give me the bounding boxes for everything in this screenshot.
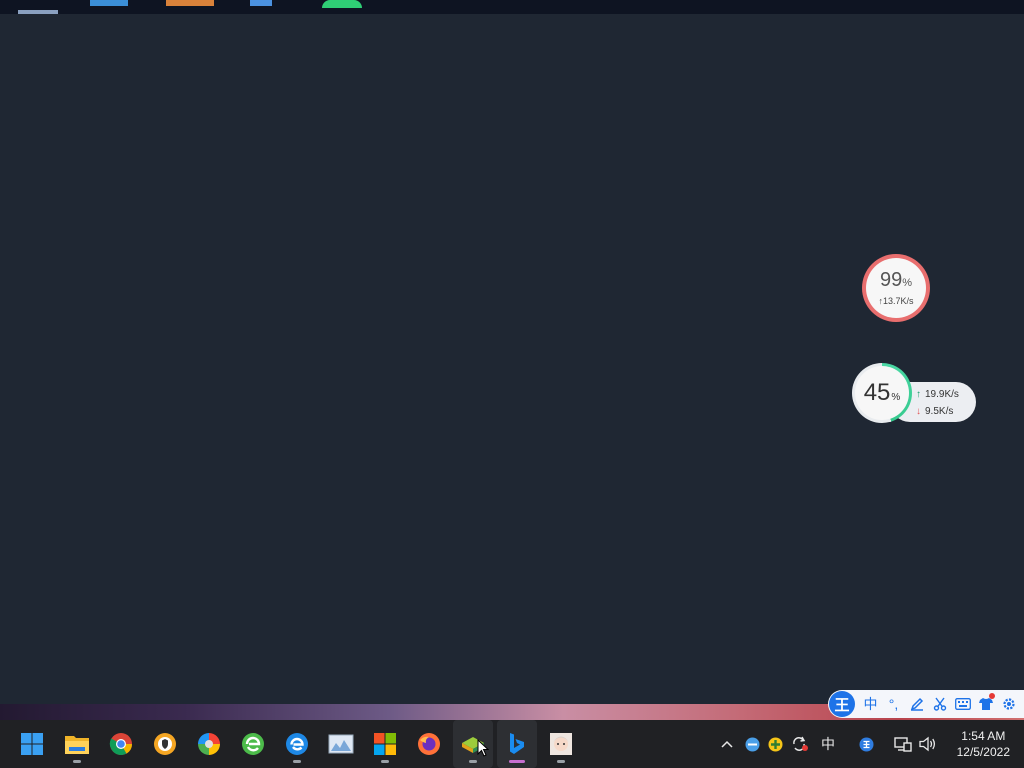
peek-window-2 [90,0,128,6]
ime-scissors-icon[interactable] [928,690,951,718]
peek-window-5 [322,0,362,8]
memory-percent: 45% [855,366,909,420]
download-speed: 9.5K/s [925,406,954,417]
cpu-percent: 99% [879,269,913,291]
clock-date: 12/5/2022 [956,745,1010,759]
windows-logo-icon [21,733,43,755]
network-icon[interactable] [892,720,914,768]
color-app-button[interactable] [189,720,229,768]
peek-window-4 [250,0,272,6]
desktop[interactable] [0,14,1024,704]
running-indicator [73,760,81,763]
download-speed-row: ↓ 9.5K/s [916,406,953,417]
upload-speed-row: ↑ 19.9K/s [916,389,959,400]
cpu-widget-face: 99% ↑13.7K/s [866,258,926,318]
360-browser-button[interactable] [233,720,273,768]
peek-window-3 [166,0,214,6]
upload-speed: 19.9K/s [925,389,959,400]
anime-avatar-icon [550,733,572,755]
cpu-upload-speed: ↑13.7K/s [878,296,914,306]
tray-security-icon[interactable] [765,720,785,768]
ime-punctuation-button[interactable]: °, [882,690,905,718]
cpu-widget[interactable]: 99% ↑13.7K/s [862,254,930,322]
secure-browser-button[interactable] [145,720,185,768]
bing-icon [510,733,524,754]
browser-shield-icon [154,733,176,755]
color-wheel-icon [198,733,220,755]
image-viewer-button[interactable] [321,720,361,768]
clock[interactable]: 1:54 AM 12/5/2022 [957,728,1010,760]
tray-sync-icon[interactable] [789,720,811,768]
running-indicator [381,760,389,763]
bing-button[interactable] [497,720,537,768]
ime-pen-icon[interactable] [905,690,928,718]
chrome-button[interactable] [101,720,141,768]
running-indicator [293,760,301,763]
firefox-icon [418,733,440,755]
ime-settings-icon[interactable] [997,690,1020,718]
download-arrow-icon: ↓ [916,406,921,417]
volume-icon[interactable] [916,720,940,768]
taskbar: 中 1:54 AM 12/5/2022 [0,720,1024,768]
ie-browser-button[interactable] [277,720,317,768]
microsoft-store-button[interactable] [365,720,405,768]
tray-ime-indicator[interactable]: 中 [816,720,840,768]
upload-arrow-icon: ↑ [916,389,921,400]
file-explorer-button[interactable] [57,720,97,768]
top-strip [0,0,1024,14]
ime-toolbar[interactable]: 王 中 °, [828,690,1024,718]
chrome-icon [109,733,132,755]
running-indicator [557,760,565,763]
ime-keyboard-icon[interactable] [951,690,974,718]
tray-ime-app-icon[interactable] [856,720,876,768]
active-indicator [509,760,525,763]
store-icon [374,733,396,755]
memory-widget[interactable]: 45% [852,363,912,423]
ie-icon [286,733,308,755]
ime-skin-icon[interactable] [974,690,997,718]
start-button[interactable] [12,720,52,768]
folder-icon [65,736,89,754]
tray-browser-icon[interactable] [742,720,762,768]
firefox-button[interactable] [409,720,449,768]
running-indicator [469,760,477,763]
game-launcher-button[interactable] [453,720,493,768]
clock-time: 1:54 AM [961,729,1006,743]
mouse-cursor-icon [477,739,489,757]
ime-mode-button[interactable]: 中 [859,690,882,718]
notification-dot-icon [989,693,995,699]
chevron-up-icon [721,740,733,748]
anime-app-button[interactable] [541,720,581,768]
ime-logo-icon[interactable]: 王 [829,691,855,717]
image-viewer-icon [328,734,354,754]
show-hidden-icons-button[interactable] [716,720,738,768]
360-browser-icon [242,733,264,755]
